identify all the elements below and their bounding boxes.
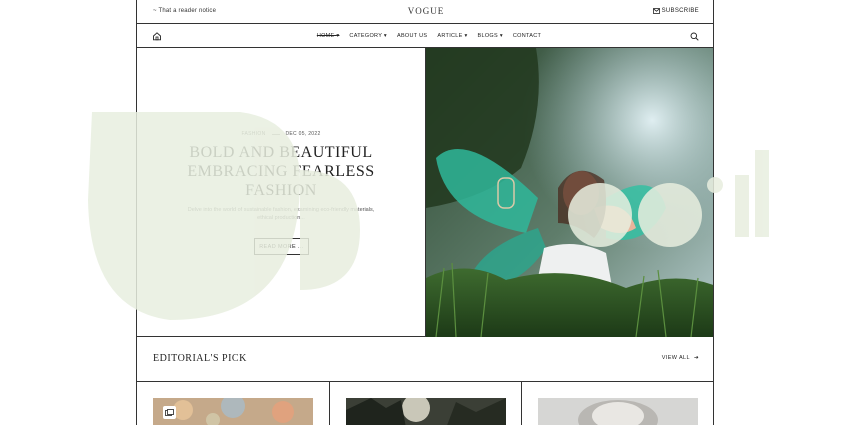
main-nav: HOME ▾ CATEGORY ▾ ABOUT US ARTICLE ▾ BLO… — [137, 24, 713, 48]
page-frame: ~ That a reader notice VOGUE SUBSCRIBE H… — [136, 0, 714, 425]
nav-item-blogs[interactable]: BLOGS ▾ — [478, 33, 503, 39]
fairy-photo — [426, 48, 713, 337]
search-icon[interactable] — [690, 32, 699, 41]
hero-image[interactable] — [425, 48, 713, 337]
post-category[interactable]: FASHION — [241, 131, 265, 137]
card-image[interactable] — [153, 398, 313, 425]
subscribe-link[interactable]: SUBSCRIBE — [652, 8, 699, 14]
card-image[interactable] — [538, 398, 698, 425]
card-1[interactable] — [137, 382, 329, 425]
brand-logo[interactable]: VOGUE — [137, 6, 713, 16]
hero-text-panel: FASHION DEC 05, 2022 BOLD AND BEAUTIFUL … — [137, 48, 425, 337]
section-title: EDITORIAL'S PICK — [153, 353, 247, 364]
arrow-right-icon: ➔ — [693, 355, 699, 361]
nav-item-contact[interactable]: CONTACT — [513, 33, 541, 39]
post-date: DEC 05, 2022 — [285, 131, 321, 137]
top-bar: ~ That a reader notice VOGUE SUBSCRIBE — [137, 0, 713, 24]
nav-item-home[interactable]: HOME ▾ — [317, 33, 340, 39]
card-3[interactable] — [521, 382, 713, 425]
card-image[interactable] — [346, 398, 506, 425]
hero-section: FASHION DEC 05, 2022 BOLD AND BEAUTIFUL … — [137, 48, 713, 337]
view-all-label: VIEW ALL — [661, 355, 690, 361]
read-more-button[interactable]: READ MORE ... — [254, 238, 309, 255]
editorial-header: EDITORIAL'S PICK VIEW ALL ➔ — [137, 337, 713, 382]
subscribe-label: SUBSCRIBE — [661, 8, 699, 14]
editorial-cards — [137, 382, 713, 425]
nav-item-article[interactable]: ARTICLE ▾ — [437, 33, 467, 39]
nav-item-about[interactable]: ABOUT US — [397, 33, 427, 39]
hero-description: Delve into the world of sustainable fash… — [187, 207, 375, 221]
nav-item-category[interactable]: CATEGORY ▾ — [349, 33, 387, 39]
post-meta: FASHION DEC 05, 2022 — [137, 131, 425, 137]
nav-menu: HOME ▾ CATEGORY ▾ ABOUT US ARTICLE ▾ BLO… — [137, 33, 713, 39]
gallery-icon[interactable] — [163, 406, 176, 419]
hero-title[interactable]: BOLD AND BEAUTIFUL EMBRACING FEARLESS FA… — [181, 143, 381, 200]
meta-divider — [271, 133, 280, 135]
view-all-link[interactable]: VIEW ALL ➔ — [662, 355, 699, 361]
mail-icon — [652, 8, 660, 14]
card-2[interactable] — [329, 382, 521, 425]
